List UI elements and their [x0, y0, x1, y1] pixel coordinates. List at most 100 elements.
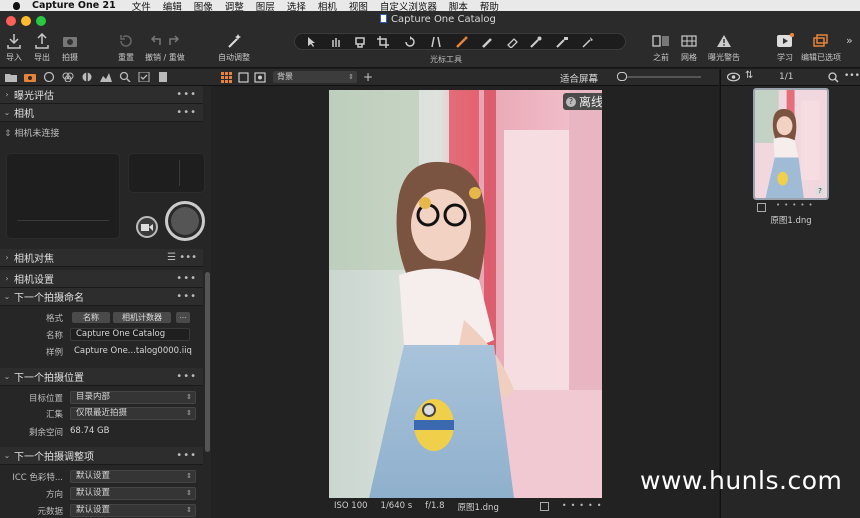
menu-app-name[interactable]: Capture One 21 — [32, 0, 116, 11]
section-options-icon[interactable]: ☰ ••• — [167, 252, 197, 263]
edit-selected-button[interactable]: 编辑已选项 — [801, 32, 841, 63]
section-next-capture-location[interactable]: ⌄ 下一个拍摄位置 ••• — [0, 368, 203, 386]
menu-select[interactable]: 选择 — [287, 0, 306, 12]
section-camera-settings[interactable]: › 相机设置 ••• — [0, 270, 203, 288]
reset-button[interactable]: 重置 — [118, 32, 134, 63]
import-button[interactable]: 导入 — [6, 32, 22, 63]
live-view-button[interactable] — [136, 216, 158, 238]
toolbar-overflow-button[interactable]: » — [846, 34, 853, 47]
section-exposure-evaluation[interactable]: › 曝光评估 ••• — [0, 86, 203, 104]
menu-scripts[interactable]: 脚本 — [449, 0, 468, 12]
section-options-icon[interactable]: ••• — [176, 89, 197, 100]
draw-mask-icon[interactable] — [477, 35, 499, 49]
keystone-tool-icon[interactable] — [425, 35, 447, 49]
section-options-icon[interactable]: ••• — [176, 450, 197, 461]
histogram-tab-icon[interactable] — [99, 71, 113, 83]
camera-select-arrows-icon[interactable]: ⇕ — [4, 129, 12, 139]
undo-redo-icon — [148, 32, 182, 50]
shutter-button[interactable] — [165, 201, 205, 241]
single-view-icon[interactable] — [238, 72, 249, 86]
grid-view-icon[interactable] — [221, 72, 232, 86]
photo-preview[interactable]: ? 离线 — [329, 90, 602, 498]
format-token-name[interactable]: 名称 — [72, 312, 110, 323]
import-icon — [6, 32, 22, 50]
picker-tool-icon[interactable] — [525, 35, 547, 49]
minimize-window-button[interactable] — [21, 16, 31, 26]
section-options-icon[interactable]: ••• — [176, 291, 197, 302]
section-camera-focus[interactable]: › 相机对焦 ☰ ••• — [0, 249, 203, 267]
apple-icon[interactable] — [10, 0, 24, 11]
color-tab-icon[interactable] — [61, 71, 75, 83]
section-next-capture-adjustments[interactable]: ⌄ 下一个拍摄调整项 ••• — [0, 447, 203, 465]
capture-tab-icon[interactable] — [23, 71, 37, 83]
menu-view[interactable]: 视图 — [349, 0, 368, 12]
background-select[interactable]: 背景 ⇕ — [273, 71, 357, 83]
add-compare-icon[interactable]: + — [363, 70, 373, 84]
menu-image[interactable]: 图像 — [194, 0, 213, 12]
rating-dots[interactable]: ••••• — [562, 501, 606, 513]
tool-tabs-bar — [0, 69, 211, 86]
exposure-warning-button[interactable]: 曝光警告 — [708, 32, 740, 63]
learn-button[interactable]: 学习 — [776, 32, 794, 63]
loupe-tool-icon[interactable] — [349, 35, 371, 49]
select-checkbox[interactable] — [539, 502, 549, 511]
menu-custom-browser[interactable]: 自定义浏览器 — [380, 0, 437, 12]
thumbnail-checkbox[interactable] — [757, 203, 766, 212]
name-input[interactable]: Capture One Catalog — [70, 328, 190, 341]
eye-icon[interactable] — [726, 72, 741, 85]
proof-view-icon[interactable] — [254, 72, 266, 86]
zoom-slider-thumb[interactable] — [617, 72, 627, 81]
format-more-button[interactable]: ... — [176, 312, 190, 323]
select-arrows-icon: ⇕ — [186, 506, 192, 514]
section-options-icon[interactable]: ••• — [176, 107, 197, 118]
menu-help[interactable]: 帮助 — [480, 0, 499, 12]
library-tab-icon[interactable] — [4, 71, 18, 83]
destination-select[interactable]: 目录内部 ⇕ — [70, 391, 196, 404]
fit-screen-label[interactable]: 适合屏幕 — [560, 71, 598, 85]
menu-file[interactable]: 文件 — [132, 0, 151, 12]
before-button[interactable]: 之前 — [652, 32, 670, 63]
meta-aperture: f/1.8 — [425, 501, 445, 511]
pan-tool-icon[interactable] — [325, 35, 347, 49]
thumbnail-rating-dots[interactable]: ••••• — [776, 201, 817, 209]
auto-adjust-button[interactable]: 自动调整 — [218, 32, 250, 63]
grid-button[interactable]: 网格 — [681, 32, 697, 63]
close-window-button[interactable] — [6, 16, 16, 26]
menu-edit[interactable]: 编辑 — [163, 0, 182, 12]
annotate-tool-icon[interactable] — [577, 35, 599, 49]
sort-icon[interactable]: ⇅ — [745, 70, 753, 81]
section-options-icon[interactable]: ••• — [176, 371, 197, 382]
orientation-select[interactable]: 默认设置 ⇕ — [70, 487, 196, 500]
menu-camera[interactable]: 相机 — [318, 0, 337, 12]
section-camera[interactable]: ⌄ 相机 ••• — [0, 104, 203, 122]
zoom-window-button[interactable] — [36, 16, 46, 26]
browser-search-icon[interactable] — [828, 72, 839, 86]
menu-adjust[interactable]: 调整 — [225, 0, 244, 12]
metadata-select[interactable]: 默认设置 ⇕ — [70, 504, 196, 517]
metadata-tab-icon[interactable] — [156, 71, 170, 83]
details-tab-icon[interactable] — [118, 71, 132, 83]
export-button[interactable]: 导出 — [34, 32, 50, 63]
format-token-counter[interactable]: 相机计数器 — [113, 312, 171, 323]
zoom-slider[interactable] — [617, 71, 709, 83]
section-options-icon[interactable]: ••• — [176, 273, 197, 284]
crop-tool-icon[interactable] — [373, 35, 395, 49]
icc-profile-select[interactable]: 默认设置 ⇕ — [70, 470, 196, 483]
left-panel-scrollbar[interactable] — [205, 272, 210, 452]
rotate-tool-icon[interactable] — [399, 35, 421, 49]
lens-tab-icon[interactable] — [42, 71, 56, 83]
menu-layer[interactable]: 图层 — [256, 0, 275, 12]
capture-button[interactable]: 拍摄 — [62, 32, 78, 63]
browser-options-icon[interactable]: ••• — [844, 71, 860, 81]
undo-redo-button[interactable]: 撤销 / 重做 — [145, 32, 185, 63]
brush-tool-icon[interactable] — [451, 35, 473, 49]
eraser-tool-icon[interactable] — [501, 35, 523, 49]
section-next-capture-naming[interactable]: ⌄ 下一个拍摄命名 ••• — [0, 288, 203, 306]
pointer-tool-icon[interactable] — [301, 35, 323, 49]
adjustments-tab-icon[interactable] — [137, 71, 151, 83]
collection-select[interactable]: 仅限最近拍摄 ⇕ — [70, 407, 196, 420]
thumbnail[interactable]: ? — [753, 88, 829, 200]
spot-tool-icon[interactable] — [551, 35, 573, 49]
exposure-tab-icon[interactable] — [80, 71, 94, 83]
destination-row: 目标位置 目录内部 ⇕ — [0, 390, 203, 406]
